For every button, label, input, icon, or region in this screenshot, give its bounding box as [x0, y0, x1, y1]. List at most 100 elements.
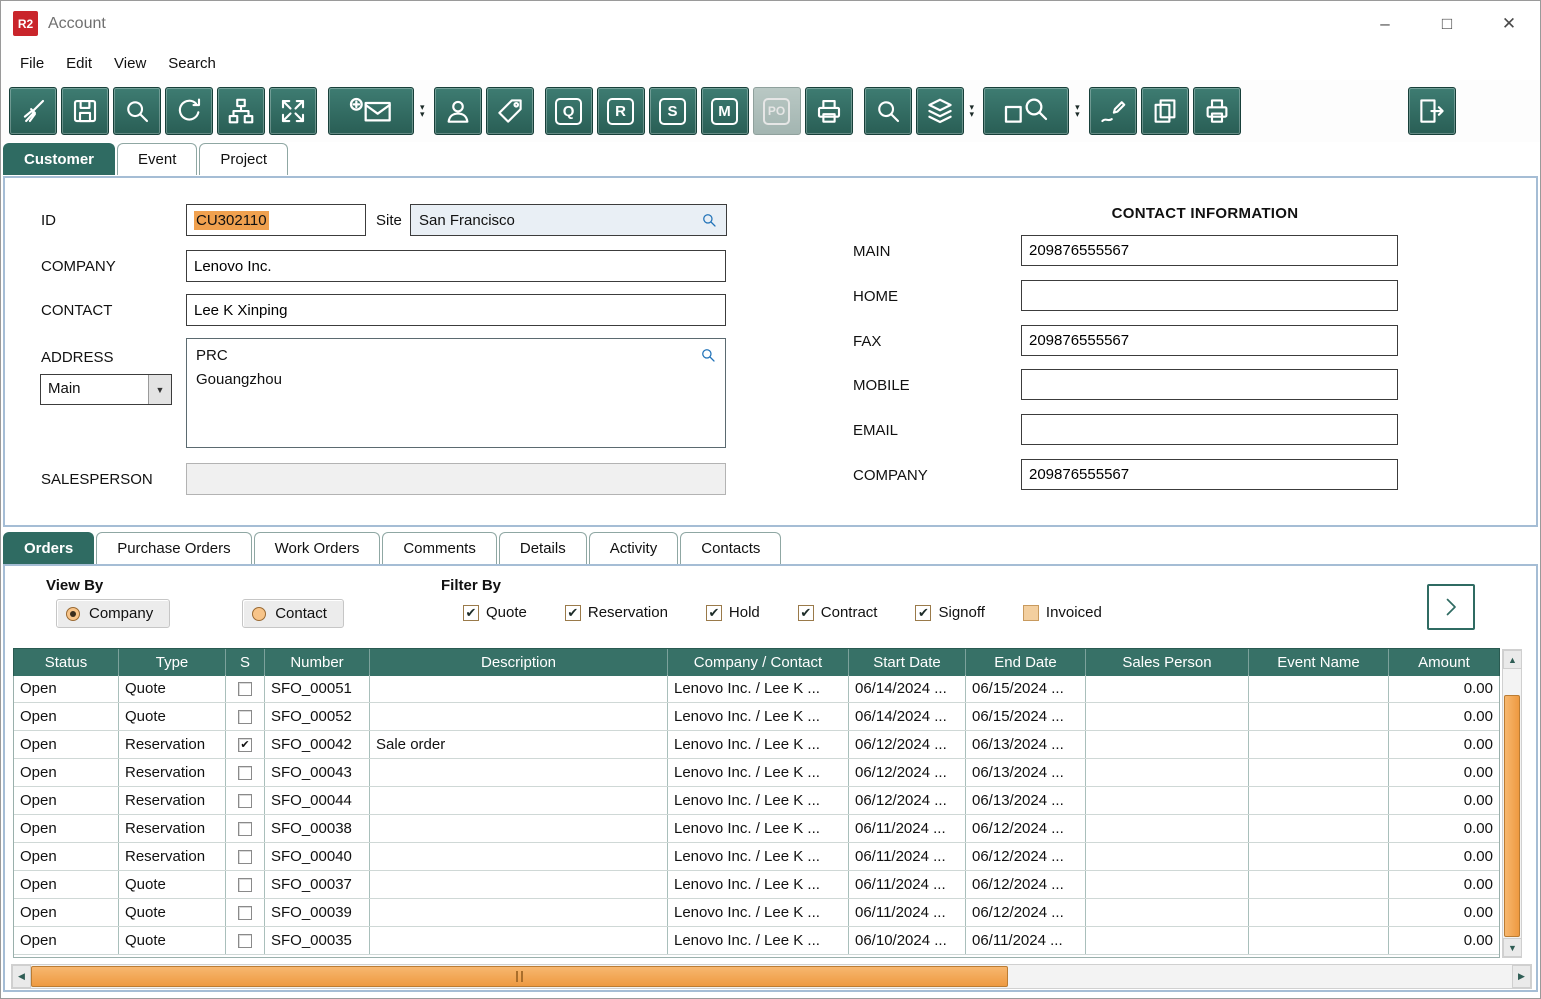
vertical-scroll-track[interactable]: [1503, 669, 1521, 938]
row-checkbox-icon[interactable]: [238, 822, 252, 836]
tab-orders[interactable]: Orders: [3, 532, 94, 564]
table-row[interactable]: OpenReservation✔SFO_00042Sale orderLenov…: [14, 731, 1499, 759]
tab-customer[interactable]: Customer: [3, 143, 115, 175]
vertical-scrollbar[interactable]: ▲ ▼: [1502, 649, 1522, 958]
horizontal-scroll-thumb[interactable]: [31, 966, 1008, 987]
row-checkbox-icon[interactable]: [238, 906, 252, 920]
next-record-button[interactable]: [1427, 584, 1475, 630]
row-checkbox-icon[interactable]: [238, 710, 252, 724]
maximize-button[interactable]: □: [1416, 1, 1478, 46]
column-header-status[interactable]: Status: [14, 649, 118, 676]
horizontal-scroll-track[interactable]: [31, 965, 1512, 988]
row-checkbox-icon[interactable]: [238, 850, 252, 864]
column-header-s[interactable]: S: [225, 649, 264, 676]
column-header-number[interactable]: Number: [264, 649, 369, 676]
company-input[interactable]: [186, 250, 726, 282]
filter-hold[interactable]: ✔Hold: [706, 604, 760, 621]
row-checkbox-icon[interactable]: [238, 878, 252, 892]
column-header-sales-person[interactable]: Sales Person: [1085, 649, 1248, 676]
row-checkbox-checked-icon[interactable]: ✔: [238, 738, 252, 752]
toolbar-dropdown-arrows-icon[interactable]: ▾▾: [1075, 104, 1080, 118]
vertical-scroll-thumb[interactable]: [1504, 695, 1520, 937]
search-records-button[interactable]: [864, 87, 912, 135]
column-header-company-contact[interactable]: Company / Contact: [667, 649, 848, 676]
table-row[interactable]: OpenReservationSFO_00044Lenovo Inc. / Le…: [14, 787, 1499, 815]
contact-main-input[interactable]: [1021, 235, 1398, 266]
row-checkbox-icon[interactable]: [238, 934, 252, 948]
id-input[interactable]: CU302110: [186, 204, 366, 236]
filter-signoff[interactable]: ✔Signoff: [915, 604, 984, 621]
contact-fax-input[interactable]: [1021, 325, 1398, 356]
menu-view[interactable]: View: [103, 49, 157, 78]
contact-email-input[interactable]: [1021, 414, 1398, 445]
print-button[interactable]: [1193, 87, 1241, 135]
tab-purchase-orders[interactable]: Purchase Orders: [96, 532, 251, 564]
scroll-left-icon[interactable]: ◀: [12, 965, 31, 988]
save-button[interactable]: [61, 87, 109, 135]
search-button[interactable]: [113, 87, 161, 135]
copy-documents-button[interactable]: [1141, 87, 1189, 135]
table-row[interactable]: OpenQuoteSFO_00035Lenovo Inc. / Lee K ..…: [14, 927, 1499, 955]
scroll-up-icon[interactable]: ▲: [1503, 650, 1522, 669]
signature-edit-button[interactable]: [1089, 87, 1137, 135]
expand-view-button[interactable]: [269, 87, 317, 135]
tab-project[interactable]: Project: [199, 143, 288, 175]
address-input[interactable]: PRC Gouangzhou: [186, 338, 726, 448]
menu-edit[interactable]: Edit: [55, 49, 103, 78]
row-checkbox-icon[interactable]: [238, 794, 252, 808]
minimize-button[interactable]: –: [1354, 1, 1416, 46]
fax-print-button[interactable]: [805, 87, 853, 135]
table-row[interactable]: OpenQuoteSFO_00051Lenovo Inc. / Lee K ..…: [14, 675, 1499, 703]
search-items-button[interactable]: [983, 87, 1069, 135]
tab-details[interactable]: Details: [499, 532, 587, 564]
column-header-amount[interactable]: Amount: [1388, 649, 1499, 676]
row-checkbox-icon[interactable]: [238, 766, 252, 780]
contact-input[interactable]: [186, 294, 726, 326]
new-mail-button[interactable]: [328, 87, 414, 135]
filter-contract[interactable]: ✔Contract: [798, 604, 878, 621]
table-row[interactable]: OpenQuoteSFO_00052Lenovo Inc. / Lee K ..…: [14, 703, 1499, 731]
site-search-icon[interactable]: [700, 211, 718, 229]
tab-work-orders[interactable]: Work Orders: [254, 532, 381, 564]
close-button[interactable]: ✕: [1478, 1, 1540, 46]
tab-activity[interactable]: Activity: [589, 532, 679, 564]
exit-button[interactable]: [1408, 87, 1456, 135]
contact-company-input[interactable]: [1021, 459, 1398, 490]
view-by-company[interactable]: Company: [56, 599, 170, 628]
tab-comments[interactable]: Comments: [382, 532, 497, 564]
table-row[interactable]: OpenReservationSFO_00043Lenovo Inc. / Le…: [14, 759, 1499, 787]
signoff-form-button[interactable]: S: [649, 87, 697, 135]
filter-invoiced[interactable]: Invoiced: [1023, 604, 1102, 621]
misc-form-button[interactable]: M: [701, 87, 749, 135]
menu-search[interactable]: Search: [157, 49, 227, 78]
table-row[interactable]: OpenQuoteSFO_00037Lenovo Inc. / Lee K ..…: [14, 871, 1499, 899]
chevron-down-icon[interactable]: ▼: [148, 375, 171, 404]
scroll-right-icon[interactable]: ▶: [1512, 965, 1531, 988]
tab-contacts[interactable]: Contacts: [680, 532, 781, 564]
menu-file[interactable]: File: [9, 49, 55, 78]
tab-event[interactable]: Event: [117, 143, 197, 175]
site-input[interactable]: San Francisco: [410, 204, 727, 236]
reservation-form-button[interactable]: R: [597, 87, 645, 135]
table-row[interactable]: OpenReservationSFO_00040Lenovo Inc. / Le…: [14, 843, 1499, 871]
contact-mobile-input[interactable]: [1021, 369, 1398, 400]
contact-home-input[interactable]: [1021, 280, 1398, 311]
quote-form-button[interactable]: Q: [545, 87, 593, 135]
view-by-contact[interactable]: Contact: [242, 599, 344, 628]
ticket-button[interactable]: [486, 87, 534, 135]
row-checkbox-icon[interactable]: [238, 682, 252, 696]
table-row[interactable]: OpenQuoteSFO_00039Lenovo Inc. / Lee K ..…: [14, 899, 1499, 927]
column-header-event-name[interactable]: Event Name: [1248, 649, 1388, 676]
layers-button[interactable]: [916, 87, 964, 135]
sweep-button[interactable]: [9, 87, 57, 135]
table-row[interactable]: OpenReservationSFO_00038Lenovo Inc. / Le…: [14, 815, 1499, 843]
scroll-down-icon[interactable]: ▼: [1503, 938, 1522, 957]
address-search-icon[interactable]: [699, 346, 717, 364]
hierarchy-button[interactable]: [217, 87, 265, 135]
address-type-select[interactable]: Main ▼: [40, 374, 172, 405]
contact-person-button[interactable]: [434, 87, 482, 135]
column-header-type[interactable]: Type: [118, 649, 225, 676]
column-header-start-date[interactable]: Start Date: [848, 649, 965, 676]
column-header-description[interactable]: Description: [369, 649, 667, 676]
column-header-end-date[interactable]: End Date: [965, 649, 1085, 676]
